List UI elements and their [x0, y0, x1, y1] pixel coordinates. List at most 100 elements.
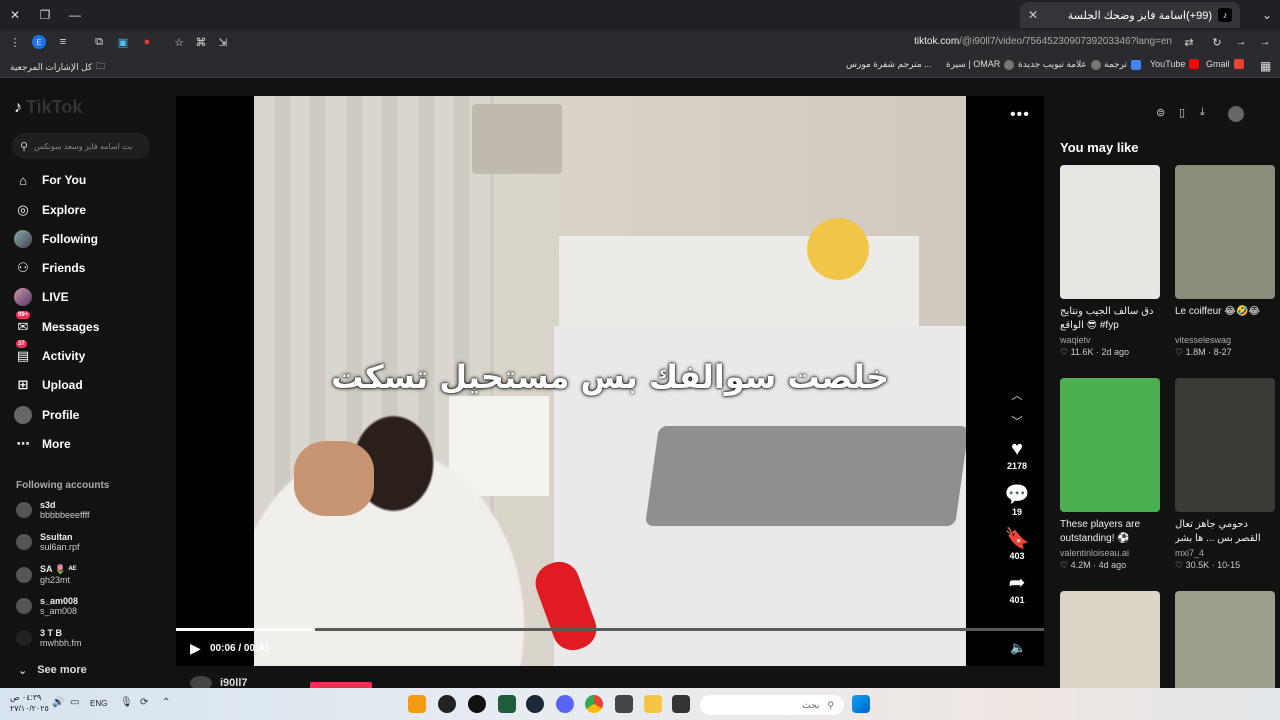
app-icon[interactable]: [498, 695, 516, 713]
network-icon[interactable]: ▭: [70, 697, 79, 708]
tiktok-note-icon: ♪: [14, 98, 22, 116]
bookmarks-folder[interactable]: كل الإشارات المرجعية 🗀: [10, 59, 105, 75]
nav-following[interactable]: Following: [14, 230, 98, 248]
nav-activity[interactable]: ▤ 37 Activity: [14, 340, 85, 365]
browser-tab[interactable]: ♪ (99+)اسامة فايز وضحك الجلسة ✕: [1020, 2, 1240, 28]
steam-icon[interactable]: [526, 695, 544, 713]
forward-icon[interactable]: →: [1234, 35, 1248, 49]
previous-video-icon[interactable]: ︿: [1008, 386, 1026, 404]
apps-grid-icon[interactable]: ▦: [1260, 59, 1271, 73]
save-button[interactable]: 🔖 403: [1000, 528, 1034, 561]
tray-chevron-icon[interactable]: ⌃: [162, 697, 170, 708]
chrome-icon[interactable]: [585, 695, 603, 713]
site-info-icon[interactable]: ⇄: [1182, 35, 1196, 49]
speaker-icon[interactable]: 🔊: [52, 697, 64, 708]
nav-more[interactable]: ⋯ More: [14, 435, 71, 453]
tiktok-favicon-icon: ♪: [1218, 8, 1232, 22]
taskbar-clock[interactable]: ٠٤:٣٩ ص ٢٧/١٠/٢٠٢٥: [10, 692, 49, 714]
following-account[interactable]: s3d bbbbbeeeffff: [16, 500, 90, 520]
app-icon[interactable]: [408, 695, 426, 713]
reading-list-icon[interactable]: ≡: [56, 35, 70, 49]
url-field[interactable]: tiktok.com/@i90ll7/video/756452309073920…: [914, 36, 1172, 47]
bookmark-youtube[interactable]: YouTube: [1150, 59, 1200, 69]
discord-icon[interactable]: [556, 695, 574, 713]
close-window-icon[interactable]: ✕: [6, 6, 24, 24]
video-more-options-icon[interactable]: •••: [1010, 106, 1030, 124]
play-icon[interactable]: ▶: [190, 640, 201, 657]
comment-button[interactable]: 💬 19: [1000, 484, 1034, 517]
recommended-video[interactable]: دق سالف الجيب ونتايج الواقع 😎 #fyp #expl…: [1060, 165, 1160, 358]
file-explorer-icon[interactable]: [644, 695, 662, 713]
windows-start-icon[interactable]: [852, 695, 870, 713]
bookmark-star-icon[interactable]: ☆: [172, 35, 186, 49]
nav-profile[interactable]: Profile: [14, 406, 79, 424]
profile-icon[interactable]: E: [32, 35, 46, 49]
following-account[interactable]: s_am008 s_am008: [16, 596, 78, 616]
reload-icon[interactable]: ↻: [1210, 35, 1224, 49]
translate-icon[interactable]: ⌘: [194, 35, 208, 49]
gmail-icon: [1233, 59, 1244, 69]
bookmark-new-tab[interactable]: علامة تبويب جديدة: [1018, 59, 1101, 70]
video-progress-bar[interactable]: [176, 628, 1044, 631]
menu-icon[interactable]: ⋮: [8, 35, 22, 49]
back-icon[interactable]: →: [1258, 35, 1272, 49]
comment-count: 19: [1011, 507, 1022, 517]
bookmark-translate[interactable]: ترجمة: [1104, 59, 1142, 70]
nav-label: Friends: [42, 261, 86, 275]
following-account[interactable]: Ssultan sul6an.rpf: [16, 532, 80, 552]
app-icon[interactable]: [672, 695, 690, 713]
extensions-icon[interactable]: ⧉: [92, 35, 106, 49]
recommended-video[interactable]: Le coiffeur 😂🤣😂 vitesseleswag ♡ 1.8M · 8…: [1175, 165, 1275, 358]
download-icon[interactable]: ⤓: [1200, 106, 1205, 119]
recommended-video[interactable]: These players are outstanding! ⚽ valenti…: [1060, 378, 1160, 571]
microphone-icon[interactable]: 🎙: [120, 697, 133, 708]
taskbar-search-input[interactable]: بحث ⚲: [700, 695, 844, 715]
nav-friends[interactable]: ⚇ Friends: [14, 259, 85, 277]
extension-red-icon[interactable]: ●: [140, 35, 154, 49]
app-icon[interactable]: [468, 695, 486, 713]
video-frame[interactable]: خلصت سوالفك بس مستحيل تسكت: [254, 96, 966, 666]
minimize-window-icon[interactable]: —: [66, 6, 84, 24]
next-video-icon[interactable]: ﹀: [1008, 412, 1026, 430]
logo-text: TikTok: [26, 97, 83, 117]
device-icon[interactable]: ▯: [1179, 106, 1185, 119]
share-button[interactable]: ➦ 401: [1000, 572, 1034, 605]
tiktok-logo[interactable]: ♪ TikTok: [14, 97, 82, 118]
app-icon[interactable]: [438, 695, 456, 713]
restore-window-icon[interactable]: ❐: [36, 6, 54, 24]
nav-for-you[interactable]: ⌂ For You: [14, 171, 86, 189]
language-indicator[interactable]: ENG: [90, 699, 107, 708]
user-avatar[interactable]: [1228, 106, 1244, 122]
video-title: دق سالف الجيب ونتايج الواقع 😎 #fyp #expl…: [1060, 306, 1154, 331]
following-account[interactable]: SA 🌷 ᴬᴱ gh23mt: [16, 564, 77, 585]
bookmark-omar[interactable]: سيرة | OMAR: [946, 59, 1015, 70]
sync-icon[interactable]: ⟳: [140, 697, 148, 708]
tab-close-icon[interactable]: ✕: [1028, 8, 1038, 22]
nav-live[interactable]: LIVE: [14, 288, 69, 306]
install-app-icon[interactable]: ⇲: [216, 35, 230, 49]
video-player[interactable]: خلصت سوالفك بس مستحيل تسكت: [176, 96, 1044, 666]
following-accounts-header: Following accounts: [16, 480, 110, 491]
nav-messages[interactable]: ✉ 99+ Messages: [14, 311, 99, 336]
nav-upload[interactable]: ⊞ Upload: [14, 376, 83, 394]
recommended-video[interactable]: [1060, 591, 1160, 688]
following-account[interactable]: 3 T Bmwhbh.fm: [16, 628, 82, 648]
you-may-like-header: You may like: [1060, 140, 1139, 155]
recommended-video[interactable]: [1175, 591, 1275, 688]
nav-explore[interactable]: ◎ Explore: [14, 201, 86, 219]
recommended-video[interactable]: دحومي جاهز تعال القصر بس ... ها بشر رجعت…: [1175, 378, 1275, 571]
bookmark-morse[interactable]: مترجم شفرة مورس ...: [846, 59, 932, 70]
activity-icon: ▤ 37: [16, 340, 30, 363]
like-button[interactable]: ♥ 2178: [1000, 438, 1034, 471]
extension-icon[interactable]: ▣: [116, 35, 130, 49]
volume-icon[interactable]: 🔈: [1010, 640, 1026, 656]
messages-icon: ✉ 99+: [16, 311, 31, 334]
app-icon[interactable]: [615, 695, 633, 713]
see-more-button[interactable]: ⌄ See more: [18, 664, 87, 677]
search-input[interactable]: ⚲ بث اسامه فايز وسعد سونكس: [12, 133, 150, 159]
coins-icon[interactable]: ⊜: [1156, 106, 1165, 119]
bookmark-gmail[interactable]: Gmail: [1206, 59, 1244, 69]
url-domain: tiktok.com: [914, 36, 960, 47]
tab-search-icon[interactable]: ⌄: [1258, 6, 1276, 24]
video-scene-plush: [772, 216, 892, 326]
